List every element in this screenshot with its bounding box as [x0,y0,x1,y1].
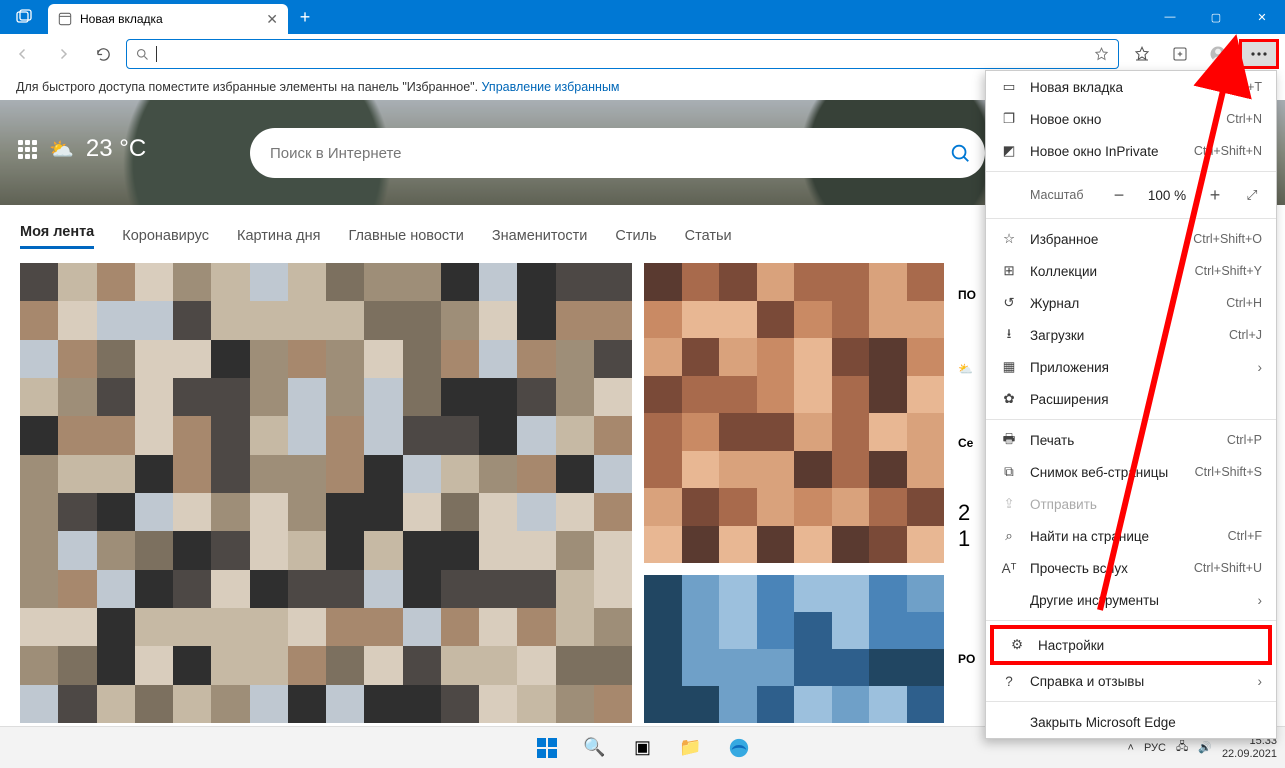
feed-tab-celeb[interactable]: Знаменитости [492,228,588,244]
fullscreen-button[interactable]: ⤢ [1238,187,1266,203]
menu-new-window[interactable]: ❐ Новое окно Ctrl+N [986,103,1276,135]
zoom-out-button[interactable]: − [1104,185,1134,206]
weather-temperature[interactable]: 23 °C [86,135,146,163]
menu-share: ⇪ Отправить [986,488,1276,520]
gear-icon: ⚙ [1008,637,1026,653]
chevron-right-icon: › [1258,360,1263,375]
favorites-hint-text: Для быстрого доступа поместите избранные… [16,80,482,94]
ntp-search-placeholder: Поиск в Интернете [270,145,402,162]
tray-clock[interactable]: 15:33 22.09.2021 [1222,735,1277,759]
inprivate-icon: ◩ [1000,143,1018,159]
chevron-right-icon: › [1258,593,1263,608]
zoom-value: 100 % [1142,188,1192,203]
feed-tab-my-feed[interactable]: Моя лента [20,224,94,249]
tray-volume-icon[interactable]: 🔊 [1198,741,1212,754]
zoom-in-button[interactable]: + [1200,185,1230,206]
tab-page-icon [58,12,72,26]
help-icon: ? [1000,674,1018,689]
app-launcher-button[interactable] [18,140,37,159]
tray-chevron-icon[interactable]: ˄ [1128,742,1134,754]
menu-favorites[interactable]: ☆ Избранное Ctrl+Shift+O [986,223,1276,255]
chevron-right-icon: › [1258,674,1263,689]
feed-card-small[interactable] [644,263,944,563]
menu-new-tab[interactable]: ▭ Новая вкладка Ctrl+T [986,71,1276,103]
menu-zoom-row: Масштаб − 100 % + ⤢ [986,176,1276,214]
new-tab-button[interactable]: + [288,0,322,34]
menu-read-aloud[interactable]: Aᵀ Прочесть вслух Ctrl+Shift+U [986,552,1276,584]
collections-icon: ⊞ [1000,263,1018,279]
menu-more-tools[interactable]: Другие инструменты › [986,584,1276,616]
address-bar[interactable] [126,39,1119,69]
favorites-star-icon[interactable] [1093,46,1110,63]
text-cursor [156,46,157,62]
puzzle-icon: ✿ [1000,391,1018,407]
manage-favorites-link[interactable]: Управление избранным [482,80,620,94]
feed-card-small-2[interactable] [644,575,944,723]
history-icon: ↺ [1000,295,1018,311]
file-explorer-button[interactable]: 📁 [672,729,710,767]
edge-taskbar-button[interactable] [720,729,758,767]
menu-help[interactable]: ? Справка и отзывы › [986,665,1276,697]
share-icon: ⇪ [1000,496,1018,512]
right-column-peek: ПО ⛅ Се 2 1 PO [958,262,982,732]
menu-downloads[interactable]: ⭳ Загрузки Ctrl+J [986,319,1276,351]
feed-tab-style[interactable]: Стиль [615,228,656,244]
window-minimize-button[interactable]: — [1147,0,1193,34]
print-icon: 🖶 [1000,429,1018,452]
profile-button[interactable] [1201,38,1235,70]
favorites-button[interactable] [1125,38,1159,70]
window-maximize-button[interactable]: ▢ [1193,0,1239,34]
more-menu-button[interactable] [1239,39,1279,69]
tab-actions-button[interactable] [0,0,48,34]
search-icon [135,47,150,62]
taskbar-search-button[interactable]: 🔍 [576,729,614,767]
close-icon[interactable]: ✕ [266,11,278,28]
system-tray: ˄ РУС 🖧 🔊 15:33 22.09.2021 [1128,735,1278,759]
menu-find[interactable]: ⌕ Найти на странице Ctrl+F [986,520,1276,552]
menu-close-edge[interactable]: Закрыть Microsoft Edge [986,706,1276,738]
tab-icon: ▭ [1000,79,1018,95]
find-icon: ⌕ [1000,528,1018,544]
tray-language[interactable]: РУС [1144,742,1166,754]
menu-new-inprivate[interactable]: ◩ Новое окно InPrivate Ctrl+Shift+N [986,135,1276,167]
browser-tab[interactable]: Новая вкладка ✕ [48,4,288,34]
zoom-label: Масштаб [1000,188,1096,202]
ntp-search-box[interactable]: Поиск в Интернете [250,128,985,178]
apps-icon: ▦ [1000,359,1018,375]
tray-network-icon[interactable]: 🖧 [1176,738,1188,757]
tab-title: Новая вкладка [80,12,163,26]
menu-print[interactable]: 🖶 Печать Ctrl+P [986,424,1276,456]
forward-button[interactable] [46,38,80,70]
feed-tab-picture[interactable]: Картина дня [237,228,320,244]
download-icon: ⭳ [1000,324,1018,347]
browser-toolbar [0,34,1285,74]
menu-apps[interactable]: ▦ Приложения › [986,351,1276,383]
weather-icon[interactable]: ⛅ [49,137,74,162]
collections-button[interactable] [1163,38,1197,70]
task-view-button[interactable]: ▣ [624,729,662,767]
window-close-button[interactable]: ✕ [1239,0,1285,34]
menu-settings[interactable]: ⚙ Настройки [994,629,1268,661]
feed-tab-articles[interactable]: Статьи [685,228,732,244]
feed-tab-top-news[interactable]: Главные новости [348,228,463,244]
window-icon: ❐ [1000,111,1018,127]
menu-web-capture[interactable]: ⧉ Снимок веб-страницы Ctrl+Shift+S [986,456,1276,488]
feed-card-large[interactable] [20,263,632,723]
refresh-button[interactable] [86,38,120,70]
main-menu: ▭ Новая вкладка Ctrl+T ❐ Новое окно Ctrl… [985,70,1277,739]
menu-extensions[interactable]: ✿ Расширения [986,383,1276,415]
menu-collections[interactable]: ⊞ Коллекции Ctrl+Shift+Y [986,255,1276,287]
start-button[interactable] [528,729,566,767]
search-submit-icon[interactable] [949,142,971,164]
star-icon: ☆ [1000,231,1018,247]
feed-tab-coronavirus[interactable]: Коронавирус [122,228,209,244]
menu-history[interactable]: ↺ Журнал Ctrl+H [986,287,1276,319]
capture-icon: ⧉ [1000,464,1018,480]
readaloud-icon: Aᵀ [1000,561,1018,576]
window-titlebar: Новая вкладка ✕ + — ▢ ✕ [0,0,1285,34]
back-button[interactable] [6,38,40,70]
